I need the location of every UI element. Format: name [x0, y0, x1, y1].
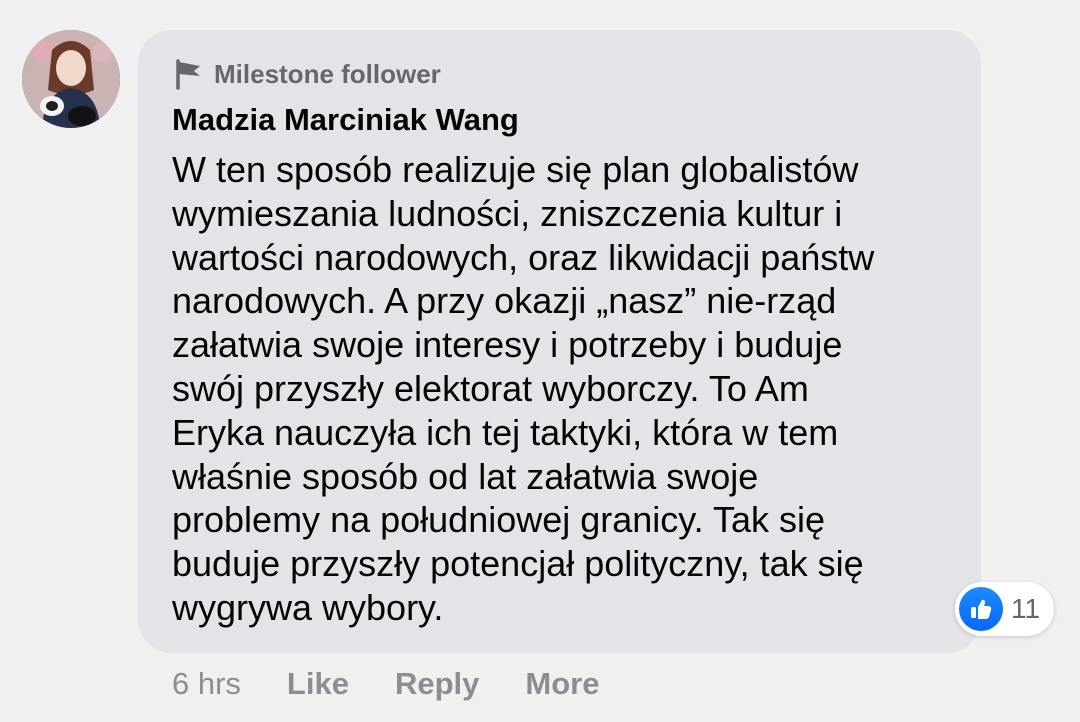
thumbs-up-icon — [959, 587, 1003, 631]
comment-bubble: Milestone follower Madzia Marciniak Wang… — [138, 30, 981, 653]
milestone-badge: Milestone follower — [214, 58, 441, 89]
like-button[interactable]: Like — [287, 666, 349, 702]
more-button[interactable]: More — [525, 666, 599, 702]
comment-view: Milestone follower Madzia Marciniak Wang… — [0, 0, 1080, 722]
reply-button[interactable]: Reply — [395, 666, 479, 702]
reaction-count: 11 — [1011, 593, 1041, 624]
flag-icon — [176, 59, 200, 90]
comment-text: W ten sposób realizuje się plan globalis… — [172, 149, 875, 628]
avatar[interactable] — [22, 30, 120, 128]
badge-row: Milestone follower — [172, 56, 947, 92]
avatar-illustration — [22, 30, 120, 128]
comment-time[interactable]: 6 hrs — [172, 666, 241, 702]
reaction-summary[interactable]: 11 — [955, 582, 1055, 636]
comment-actions: 6 hrs Like Reply More — [172, 662, 645, 706]
author-name[interactable]: Madzia Marciniak Wang — [172, 98, 947, 142]
